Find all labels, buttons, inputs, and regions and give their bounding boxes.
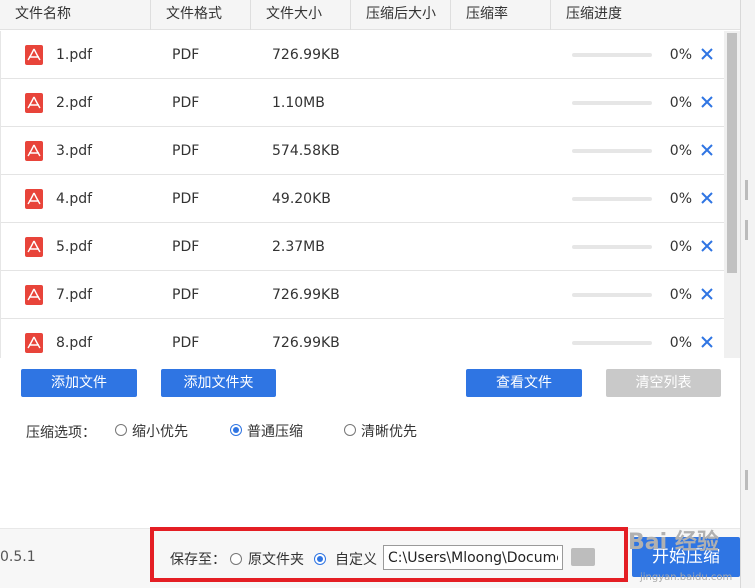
edge-mark — [745, 220, 748, 240]
table-row[interactable]: 5.pdf PDF 2.37MB 0% — [1, 223, 724, 271]
file-list: 1.pdf PDF 726.99KB 0% 2.pdf PDF 1.10MB 0% 3.pdf P… — [0, 31, 724, 358]
option-normal-radio[interactable] — [230, 424, 242, 436]
table-row[interactable]: 4.pdf PDF 49.20KB 0% — [1, 175, 724, 223]
progress-bar — [572, 245, 652, 249]
file-size: 1.10MB — [272, 95, 325, 111]
list-scrollbar[interactable] — [724, 31, 740, 358]
table-row[interactable]: 7.pdf PDF 726.99KB 0% — [1, 271, 724, 319]
progress-bar — [572, 197, 652, 201]
add-file-button[interactable]: 添加文件 — [21, 369, 137, 397]
header-size: 文件大小 — [251, 0, 351, 30]
file-name: 3.pdf — [56, 143, 93, 159]
file-size: 726.99KB — [272, 287, 340, 303]
file-name: 7.pdf — [56, 287, 93, 303]
header-ratio: 压缩率 — [451, 0, 551, 30]
file-name: 5.pdf — [56, 239, 93, 255]
save-custom-label[interactable]: 自定义 — [335, 549, 377, 569]
close-icon[interactable] — [699, 142, 715, 158]
file-format: PDF — [172, 239, 200, 255]
close-icon[interactable] — [699, 334, 715, 350]
file-format: PDF — [172, 47, 200, 63]
table-row[interactable]: 3.pdf PDF 574.58KB 0% — [1, 127, 724, 175]
progress-percent: 0% — [669, 335, 692, 351]
file-size: 49.20KB — [272, 191, 331, 207]
file-name: 8.pdf — [56, 335, 93, 351]
file-name: 1.pdf — [56, 47, 93, 63]
save-original-folder-radio[interactable] — [230, 553, 242, 565]
pdf-icon — [25, 45, 43, 65]
watermark-text: Bai 经验 — [628, 530, 719, 555]
file-size: 726.99KB — [272, 47, 340, 63]
progress-bar — [572, 341, 652, 345]
list-scrollbar-thumb[interactable] — [727, 33, 737, 273]
file-size: 2.37MB — [272, 239, 325, 255]
close-icon[interactable] — [699, 46, 715, 62]
window-edge-scrollbar — [740, 0, 755, 588]
save-custom-radio[interactable] — [314, 553, 326, 565]
close-icon[interactable] — [699, 190, 715, 206]
table-row[interactable]: 1.pdf PDF 726.99KB 0% — [1, 31, 724, 79]
save-to-label: 保存至： — [170, 552, 226, 568]
progress-percent: 0% — [669, 47, 692, 63]
save-path-input[interactable] — [383, 545, 563, 570]
pdf-icon — [25, 93, 43, 113]
file-format: PDF — [172, 143, 200, 159]
header-progress: 压缩进度 — [566, 6, 622, 22]
progress-bar — [572, 293, 652, 297]
file-name: 4.pdf — [56, 191, 93, 207]
header-format: 文件格式 — [151, 0, 251, 30]
progress-bar — [572, 101, 652, 105]
progress-bar — [572, 149, 652, 153]
close-icon[interactable] — [699, 94, 715, 110]
close-icon[interactable] — [699, 286, 715, 302]
table-row[interactable]: 2.pdf PDF 1.10MB 0% — [1, 79, 724, 127]
pdf-icon — [25, 333, 43, 353]
file-format: PDF — [172, 95, 200, 111]
file-format: PDF — [172, 335, 200, 351]
file-size: 574.58KB — [272, 143, 340, 159]
edge-mark — [745, 180, 748, 200]
save-original-folder-label[interactable]: 原文件夹 — [248, 549, 304, 569]
edge-mark — [745, 470, 748, 490]
file-size: 726.99KB — [272, 335, 340, 351]
progress-percent: 0% — [669, 287, 692, 303]
version-label: 0.5.1 — [0, 549, 36, 565]
option-normal-label[interactable]: 普通压缩 — [247, 421, 303, 441]
add-folder-button[interactable]: 添加文件夹 — [161, 369, 276, 397]
file-format: PDF — [172, 287, 200, 303]
folder-icon[interactable] — [571, 548, 595, 566]
header-compressed-size: 压缩后大小 — [351, 0, 451, 30]
file-name: 2.pdf — [56, 95, 93, 111]
view-files-button[interactable]: 查看文件 — [466, 369, 582, 397]
table-row[interactable]: 8.pdf PDF 726.99KB 0% — [1, 319, 724, 358]
option-clarity-first-label[interactable]: 清晰优先 — [361, 421, 417, 441]
pdf-icon — [25, 285, 43, 305]
progress-percent: 0% — [669, 191, 692, 207]
pdf-icon — [25, 141, 43, 161]
progress-percent: 0% — [669, 143, 692, 159]
close-icon[interactable] — [699, 238, 715, 254]
option-size-first-radio[interactable] — [115, 424, 127, 436]
header-filename: 文件名称 — [0, 0, 151, 30]
table-header: 文件名称 文件格式 文件大小 压缩后大小 压缩率 压缩进度 — [0, 0, 740, 30]
pdf-icon — [25, 189, 43, 209]
option-clarity-first-radio[interactable] — [344, 424, 356, 436]
clear-list-button[interactable]: 清空列表 — [606, 369, 721, 397]
pdf-icon — [25, 237, 43, 257]
progress-percent: 0% — [669, 95, 692, 111]
option-size-first-label[interactable]: 缩小优先 — [132, 421, 188, 441]
watermark-url: jingyan.baidu.com — [640, 572, 733, 583]
progress-bar — [572, 53, 652, 57]
file-format: PDF — [172, 191, 200, 207]
progress-percent: 0% — [669, 239, 692, 255]
compression-options-label: 压缩选项： — [26, 425, 96, 441]
